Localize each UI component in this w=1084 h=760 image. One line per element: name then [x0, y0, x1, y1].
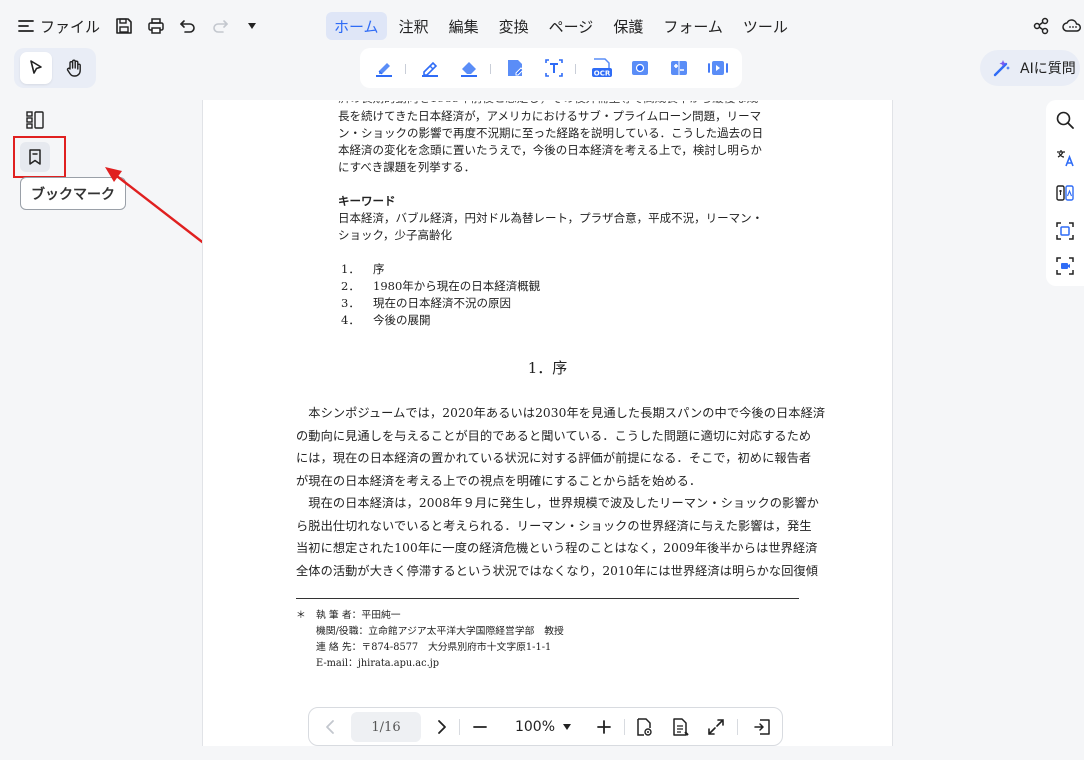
crop-icon[interactable]	[1054, 220, 1076, 242]
hand-icon	[64, 58, 84, 78]
exit-reading-icon[interactable]	[751, 716, 773, 738]
text-box-icon[interactable]	[542, 56, 566, 80]
ask-ai-label: AIに質問	[1020, 61, 1076, 77]
footnote-line: 機関/役職：立命館アジア太平洋大学国際経営学部 教授	[316, 626, 564, 637]
read-aloud-icon[interactable]	[706, 56, 730, 80]
abstract-line: にすべき課題を列挙する．	[338, 160, 476, 174]
eraser-tool-icon[interactable]	[457, 56, 481, 80]
footnote-line: 連 絡 先：〒874-8577 大分県別府市十文字原1-1-1	[316, 642, 552, 653]
footnote-line: 執 筆 者：平田純一	[316, 610, 401, 621]
previous-page-icon[interactable]	[319, 716, 341, 738]
abstract-line: 長を続けてきた日本経済が，アメリカにおけるサブ・プライムローン問題，リーマ	[338, 109, 762, 123]
tab-tools[interactable]: ツール	[735, 12, 796, 40]
select-tool-button[interactable]	[20, 52, 52, 84]
file-menu-label: ファイル	[40, 17, 101, 36]
file-menu[interactable]: ファイル	[18, 12, 100, 40]
body-line: 全体の活動が大きく停滞するという状況ではなくなり，2010年には世界経済は明らか…	[296, 564, 819, 578]
tab-home[interactable]: ホーム	[326, 12, 387, 40]
toc-item: 3． 現在の日本経済不況の原因	[341, 296, 511, 310]
fit-to-screen-icon[interactable]	[705, 716, 727, 738]
chevron-down-icon	[563, 724, 572, 730]
body-line: には，現在の日本経済の置かれている状況に対する評価が前提になる．そこで，初めに報…	[296, 451, 812, 465]
toc-item: 1．序	[341, 262, 385, 276]
screen-capture-icon[interactable]	[1054, 255, 1076, 277]
zoom-level-value: 100%	[514, 719, 556, 735]
translate-icon[interactable]	[1054, 147, 1076, 169]
keywords-line: 日本経済，バブル経済，円対ドル為替レート，プラザ合意，平成不況，リーマン・	[338, 211, 764, 225]
page-navigation-bar: 1/16 100%	[308, 707, 783, 746]
keywords-line: ショック，少子高齢化	[338, 228, 452, 242]
pdf-page: 済の長期的動向を1985年前後と想定し，その後外需主導で高成長率から緩慢な成 長…	[202, 100, 893, 746]
tab-convert[interactable]: 変換	[491, 12, 537, 40]
thumbnails-icon	[25, 110, 45, 130]
section-heading: 1．序	[527, 359, 568, 377]
view-mode-icon[interactable]	[633, 716, 655, 738]
menu-tabs: ホーム 注釈 編集 変換 ページ 保護 フォーム ツール	[326, 12, 796, 40]
svg-text:OCR: OCR	[594, 70, 611, 78]
abstract-line-cut: 済の長期的動向を1985年前後と想定し，その後外需主導で高成長率から緩慢な成	[338, 101, 758, 106]
share-icon[interactable]	[1029, 14, 1053, 38]
zoom-out-icon[interactable]	[469, 716, 491, 738]
save-icon[interactable]	[112, 14, 136, 38]
edit-all-icon[interactable]	[503, 56, 527, 80]
home-toolbar: OCR	[360, 48, 742, 88]
zoom-in-icon[interactable]	[593, 716, 615, 738]
search-icon[interactable]	[1054, 109, 1076, 131]
footnote-line: E-mail：jhirata.apu.ac.jp	[316, 658, 440, 669]
next-page-icon[interactable]	[431, 716, 453, 738]
body-line: 現在の日本経済は，2008年９月に発生し，世界規模で波及したリーマン・ショックの…	[296, 496, 819, 510]
toc-item: 2． 1980年から現在の日本経済概観	[341, 279, 541, 293]
tab-edit[interactable]: 編集	[441, 12, 487, 40]
body-line: ら脱出仕切れないでいると考えられる．リーマン・ショックの世界経済に与えた影響は，…	[296, 519, 812, 533]
ai-sparkle-icon	[992, 58, 1012, 78]
thumbnails-button[interactable]	[20, 105, 50, 135]
screenshot-icon[interactable]	[628, 56, 652, 80]
body-line: 当初に想定された100年に一度の経済危機という程のことはなく，2009年後半から…	[296, 541, 818, 555]
pen-tool-icon[interactable]	[418, 56, 442, 80]
footnote-divider	[296, 598, 799, 599]
keywords-heading: キーワード	[338, 194, 396, 208]
highlight-tool-icon[interactable]	[372, 56, 396, 80]
undo-icon[interactable]	[176, 14, 200, 38]
compare-icon[interactable]	[667, 56, 691, 80]
redo-icon[interactable]	[208, 14, 232, 38]
cloud-icon[interactable]	[1060, 14, 1084, 38]
body-line: 本シンポジュームでは，2020年あるいは2030年を見通した長期スパンの中で今後…	[296, 406, 826, 420]
quick-access-dropdown-icon[interactable]	[240, 14, 264, 38]
body-line: が現在の日本経済を考える上での視点を明確にすることから話を始める．	[296, 474, 702, 488]
tab-protect[interactable]: 保護	[605, 12, 651, 40]
right-sidebar	[1046, 100, 1084, 286]
translate-compare-icon[interactable]	[1054, 182, 1076, 204]
cursor-arrow-icon	[27, 59, 45, 77]
abstract-line: ン・ショックの影響で再度不況期に至った経路を説明している．こうした過去の日	[338, 126, 764, 140]
hand-tool-button[interactable]	[58, 52, 90, 84]
abstract-line: 本経済の変化を念頭に置いたうえで，今後の日本経済を考える上で，検討し明らか	[338, 143, 762, 157]
page-layout-icon[interactable]	[669, 716, 691, 738]
footnote-marker: ＊	[296, 610, 306, 621]
ask-ai-button[interactable]: AIに質問	[980, 50, 1080, 86]
tab-annotate[interactable]: 注釈	[391, 12, 437, 40]
print-icon[interactable]	[144, 14, 168, 38]
highlight-box	[13, 136, 66, 178]
cursor-mode-toggle	[14, 48, 96, 88]
hamburger-icon	[18, 19, 34, 33]
top-bar: ファイル ホーム 注釈 編集 変換 ページ 保護 フォーム ツール	[0, 0, 1084, 50]
toc-item: 4． 今後の展開	[341, 313, 431, 327]
ocr-icon[interactable]: OCR	[590, 56, 614, 80]
page-indicator[interactable]: 1/16	[351, 712, 421, 742]
body-line: の動向に見通しを与えることが目的であると聞いている．こうした問題に適切に対応する…	[296, 429, 812, 443]
tab-page[interactable]: ページ	[541, 12, 602, 40]
zoom-level-select[interactable]: 100%	[505, 712, 581, 742]
tab-form[interactable]: フォーム	[655, 12, 731, 40]
